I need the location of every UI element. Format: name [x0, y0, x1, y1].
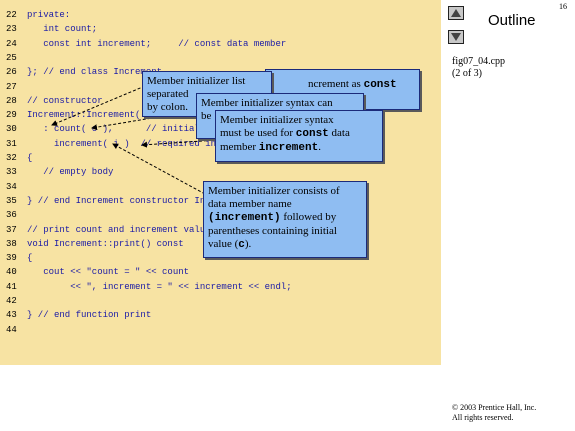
callout-text: Member initializer syntax can: [201, 97, 333, 109]
file-page: (2 of 3): [452, 68, 482, 79]
callout-text: value (: [208, 238, 239, 250]
callout-text: parentheses containing initial: [208, 225, 337, 237]
copyright-line: © 2003 Prentice Hall, Inc.: [452, 403, 537, 412]
arrow-to-colon: [51, 85, 146, 126]
outline-link[interactable]: Outline: [488, 12, 536, 29]
arrow-to-initializer: [112, 143, 206, 195]
callout-code: const: [363, 79, 397, 91]
nav-down-button[interactable]: [448, 30, 464, 44]
nav-up-button[interactable]: [448, 6, 464, 20]
arrow-to-increment: [141, 139, 218, 148]
copyright: © 2003 Prentice Hall, Inc. All rights re…: [452, 403, 536, 423]
callout-code: const: [295, 128, 329, 140]
callout-code: increment: [258, 142, 319, 154]
callout-text: .: [318, 141, 321, 153]
callout-text: data: [328, 127, 350, 139]
file-name: fig07_04.cpp: [452, 56, 506, 67]
callout-text: Member initializer syntax: [220, 114, 334, 126]
file-info: fig07_04.cpp (2 of 3): [452, 56, 505, 80]
callout-text: Member initializer consists of: [208, 185, 340, 197]
slide-number: 16: [559, 2, 567, 11]
callout-text: Member initializer list: [147, 75, 246, 87]
callout-code: c: [238, 239, 245, 251]
callout-syntax-must: Member initializer syntax must be used f…: [215, 110, 383, 162]
callout-code: (increment): [208, 212, 281, 224]
callout-text: data member name: [208, 198, 292, 210]
triangle-up-icon: [451, 9, 461, 17]
callout-text: must be used for: [220, 127, 296, 139]
callout-text: ).: [244, 238, 252, 250]
callout-text: member: [220, 141, 259, 153]
callout-text: ncrement as: [308, 78, 364, 90]
callout-initializer-consists: Member initializer consists of data memb…: [203, 181, 367, 258]
callout-text: followed by: [280, 211, 337, 223]
copyright-line: All rights reserved.: [452, 413, 514, 422]
triangle-down-icon: [451, 33, 461, 41]
